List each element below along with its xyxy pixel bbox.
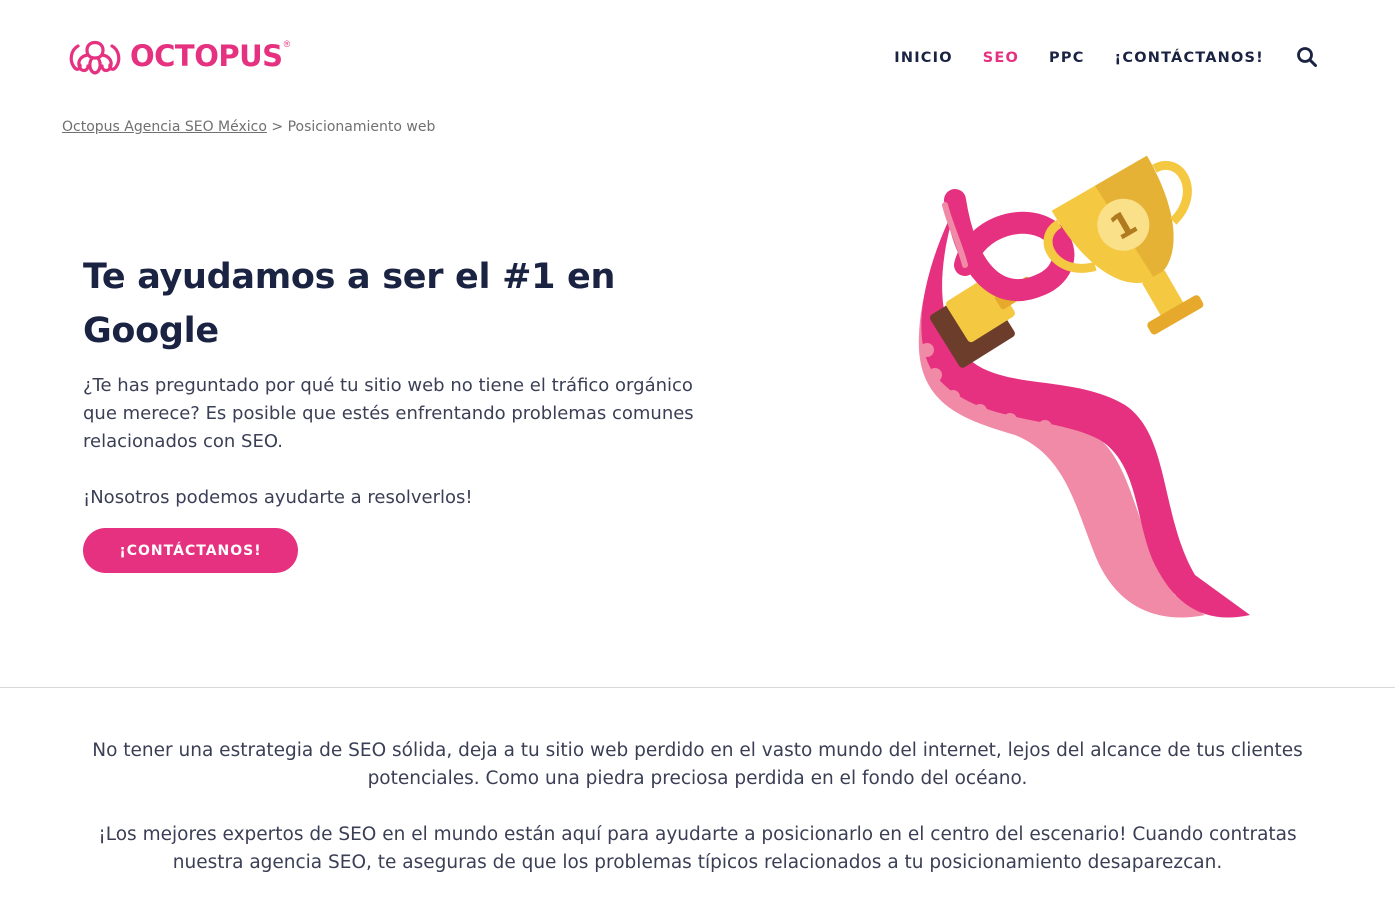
nav-item-seo[interactable]: SEO [983,50,1019,66]
site-header: OCTOPUS ® INICIO SEO PPC ¡CONTÁCTANOS! [0,0,1395,110]
intro-paragraph-1: No tener una estrategia de SEO sólida, d… [92,740,1303,789]
breadcrumb-home-link[interactable]: Octopus Agencia SEO México [62,119,267,135]
logo-wordmark: OCTOPUS [130,39,283,73]
breadcrumb-separator: > [271,119,284,135]
breadcrumb: Octopus Agencia SEO México > Posicionami… [62,119,435,135]
main-nav: INICIO SEO PPC ¡CONTÁCTANOS! [864,47,1318,69]
hero-paragraph-secondary: ¡Nosotros podemos ayudarte a resolverlos… [83,487,473,508]
registered-mark: ® [283,39,291,49]
tentacle-trophy-illustration: 1 [918,155,1250,618]
intro-paragraph-2: ¡Los mejores expertos de SEO en el mundo… [98,824,1297,873]
logo[interactable]: OCTOPUS ® [66,36,290,76]
search-button[interactable] [1296,46,1318,68]
hero-paragraph: ¿Te has preguntado por qué tu sitio web … [83,375,694,452]
section-divider [0,687,1395,688]
search-icon [1297,47,1317,67]
nav-item-inicio[interactable]: INICIO [894,50,953,66]
nav-item-contactanos[interactable]: ¡CONTÁCTANOS! [1115,50,1264,66]
breadcrumb-current: Posicionamiento web [287,119,436,135]
nav-item-ppc[interactable]: PPC [1049,50,1085,66]
octopus-icon [69,40,121,75]
hero-title: Te ayudamos a ser el #1 en Google [83,257,616,351]
contact-cta-button[interactable]: ¡CONTÁCTANOS! [83,528,298,573]
